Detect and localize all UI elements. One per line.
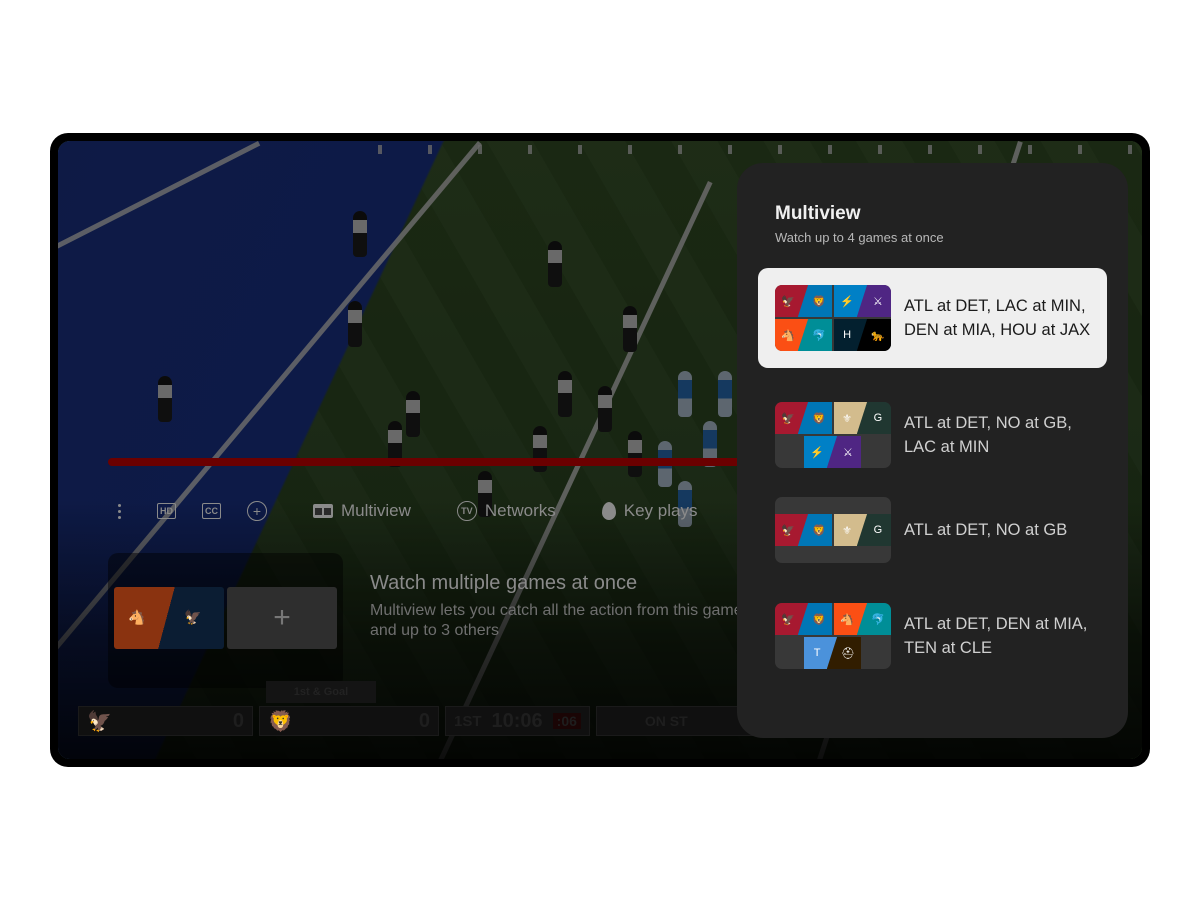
- option-label-line: ATL at DET, NO at GB,: [904, 414, 1072, 432]
- tv-icon: TV: [456, 501, 477, 521]
- player-controls: HD CC + Multiview TV Networks Key plays: [118, 496, 723, 526]
- game-tile: 🦅 🦁: [775, 285, 832, 317]
- option-thumbnail: 🦅 🦁 ⚡ ⚔ 🐴 🐬 H 🐆: [775, 285, 891, 351]
- hd-icon: HD: [157, 503, 176, 519]
- home-team-score: 🦁 0: [259, 706, 439, 736]
- plus-icon: +: [273, 601, 291, 634]
- networks-button[interactable]: TV Networks: [456, 501, 556, 521]
- away-score: 0: [232, 709, 244, 732]
- key-plays-button[interactable]: Key plays: [601, 501, 698, 521]
- broncos-logo-icon: 🐴: [128, 609, 146, 625]
- game-clock: 1ST 10:06 :06: [445, 706, 590, 736]
- network-bug: ON ST: [595, 706, 758, 736]
- option-label: ATL at DET, DEN at MIA, TEN at CLE: [904, 612, 1087, 660]
- panel-title: Multiview: [775, 203, 861, 224]
- promo-title: Watch multiple games at once: [370, 572, 638, 594]
- play-clock: :06: [552, 713, 581, 729]
- progress-bar[interactable]: [108, 458, 748, 466]
- key-plays-label: Key plays: [623, 501, 698, 520]
- option-label-line: LAC at MIN: [904, 438, 990, 456]
- cc-button[interactable]: CC: [202, 503, 221, 519]
- flame-icon: [601, 502, 616, 520]
- clock: 10:06: [491, 709, 543, 732]
- more-vert-icon[interactable]: [118, 503, 121, 519]
- game-tile: ⚜ G: [834, 402, 891, 434]
- multiview-icon: [313, 504, 333, 518]
- lions-logo-icon: 🦁: [268, 710, 293, 733]
- game-tile: ⚡ ⚔: [834, 285, 891, 317]
- promo-description: Multiview lets you catch all the action …: [370, 602, 743, 639]
- network-text: ON ST: [644, 713, 688, 729]
- away-team-score: 🦅 0: [78, 706, 253, 736]
- option-thumbnail: 🦅 🦁 🐴 🐬 T ⛑: [775, 603, 891, 669]
- game-tile: 🐴 🐬: [834, 603, 891, 635]
- option-label-line: DEN at MIA, HOU at JAX: [904, 321, 1091, 339]
- game-tile: ⚡ ⚔: [804, 436, 861, 468]
- hd-button[interactable]: HD: [157, 503, 176, 519]
- cc-icon: CC: [202, 503, 221, 519]
- down-distance: 1st & Goal: [266, 681, 376, 703]
- game-tile: 🦅 🦁: [775, 514, 832, 546]
- game-tile: H 🐆: [834, 319, 891, 351]
- option-thumbnail: 🦅 🦁 ⚜ G ⚡ ⚔: [775, 402, 891, 468]
- current-game-tile[interactable]: 🐴 🦅: [114, 587, 224, 649]
- option-label: ATL at DET, NO at GB: [904, 518, 1067, 542]
- multiview-option[interactable]: 🦅 🦁 ⚜ G ⚡ ⚔ ATL at DET, NO at GB, LAC at MIN: [758, 385, 1107, 485]
- multiview-option[interactable]: 🦅 🦁 ⚡ ⚔ 🐴 🐬 H 🐆 ATL at DET, LAC at MIN, DEN at …: [758, 268, 1107, 368]
- multiview-option[interactable]: 🦅 🦁 🐴 🐬 T ⛑ ATL at DET, DEN at MIA, TEN at CL…: [758, 586, 1107, 686]
- multiview-label: Multiview: [341, 501, 411, 520]
- quarter: 1ST: [454, 712, 482, 730]
- option-label-line: ATL at DET, NO at GB: [904, 521, 1068, 539]
- game-tile: 🐴 🐬: [775, 319, 832, 351]
- game-tile: 🦅 🦁: [775, 402, 832, 434]
- add-circle-icon: +: [247, 501, 267, 521]
- multiview-promo-card: 🐴 🦅 +: [108, 553, 343, 688]
- option-label-line: TEN at CLE: [904, 639, 993, 657]
- seahawks-logo-icon: 🦅: [184, 609, 202, 625]
- multiview-option[interactable]: 🦅 🦁 ⚜ G ATL at DET, NO at GB: [758, 480, 1107, 580]
- game-tile: 🦅 🦁: [775, 603, 832, 635]
- panel-subtitle: Watch up to 4 games at once: [775, 230, 944, 245]
- option-thumbnail: 🦅 🦁 ⚜ G: [775, 497, 891, 563]
- option-label: ATL at DET, LAC at MIN, DEN at MIA, HOU …: [904, 294, 1090, 342]
- multiview-panel: Multiview Watch up to 4 games at once 🦅 🦁…: [737, 163, 1128, 738]
- home-score: 0: [418, 709, 430, 732]
- option-label-line: ATL at DET, LAC at MIN,: [904, 297, 1086, 315]
- option-label: ATL at DET, NO at GB, LAC at MIN: [904, 411, 1072, 459]
- scorebug: 🦅 0 🦁 0 1ST 10:06 :06 ON ST: [78, 706, 758, 736]
- option-label-line: ATL at DET, DEN at MIA,: [904, 615, 1088, 633]
- networks-label: Networks: [484, 501, 556, 520]
- add-button[interactable]: +: [247, 501, 267, 521]
- falcons-logo-icon: 🦅: [87, 710, 112, 733]
- game-tile: ⚜ G: [834, 514, 891, 546]
- multiview-button[interactable]: Multiview: [313, 501, 411, 521]
- add-game-button[interactable]: +: [227, 587, 337, 649]
- game-tile: T ⛑: [804, 637, 861, 669]
